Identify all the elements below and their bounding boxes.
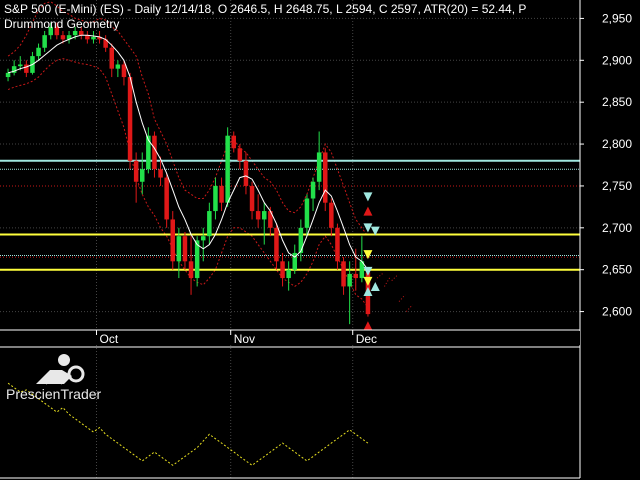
candle-body [158, 169, 163, 178]
candle-body [249, 185, 255, 212]
candle-body [298, 227, 304, 253]
candle-body [237, 148, 243, 161]
candle-body [280, 261, 285, 279]
x-tick-label: Dec [356, 332, 377, 346]
candle-body [316, 152, 322, 182]
x-axis-band [0, 331, 580, 345]
candle-body [231, 135, 236, 149]
brand-name: PrescienTrader [6, 386, 102, 402]
candle-body [353, 273, 358, 279]
candle-body [225, 135, 230, 203]
candle-body [310, 181, 316, 199]
candle-body [335, 227, 340, 262]
candle-body [24, 64, 29, 73]
candle-body [72, 30, 78, 36]
candle-body [329, 202, 334, 228]
candle-body [115, 64, 121, 69]
x-tick-label: Nov [234, 332, 255, 346]
candle-body [164, 177, 169, 220]
y-tick-label: 2,650 [602, 263, 632, 277]
candle-body [323, 152, 328, 203]
candle-body [207, 211, 212, 237]
candle-body [127, 77, 133, 161]
chart-header: S&P 500 (E-Mini) (ES) - Daily 12/14/18, … [4, 2, 527, 16]
candle-body [219, 185, 224, 203]
y-tick-label: 2,850 [602, 95, 632, 109]
y-tick-label: 2,950 [602, 11, 632, 25]
candle-body [188, 261, 194, 279]
candle-body [109, 47, 114, 69]
y-tick-label: 2,800 [602, 137, 632, 151]
y-tick-label: 2,600 [602, 305, 632, 319]
candle-body [341, 261, 346, 287]
candle-body [79, 30, 84, 36]
candle-body [36, 47, 41, 57]
candle-body [152, 135, 157, 170]
candle-body [274, 227, 279, 262]
candle-body [60, 35, 66, 40]
candle-body [347, 273, 352, 287]
candle-body [133, 160, 139, 182]
candle-body [304, 198, 310, 228]
candle-body [213, 185, 218, 212]
candle-body [5, 72, 11, 78]
indicator-name: Drummond Geometry [4, 17, 120, 31]
candle-body [18, 64, 23, 67]
candle-body [286, 269, 291, 279]
candle-body [201, 236, 206, 241]
candle-body [255, 211, 261, 220]
candle-body [243, 160, 249, 186]
x-tick-label: Oct [100, 332, 119, 346]
y-tick-label: 2,700 [602, 221, 632, 235]
candle-body [262, 211, 267, 220]
candle-body [140, 169, 145, 182]
candle-body [91, 36, 96, 40]
candle-body [176, 236, 182, 262]
candle-body [170, 219, 175, 262]
candle-body [121, 64, 127, 78]
candle-body [42, 35, 47, 48]
y-tick-label: 2,750 [602, 179, 632, 193]
candle-body [182, 236, 188, 262]
y-tick-label: 2,900 [602, 53, 632, 67]
